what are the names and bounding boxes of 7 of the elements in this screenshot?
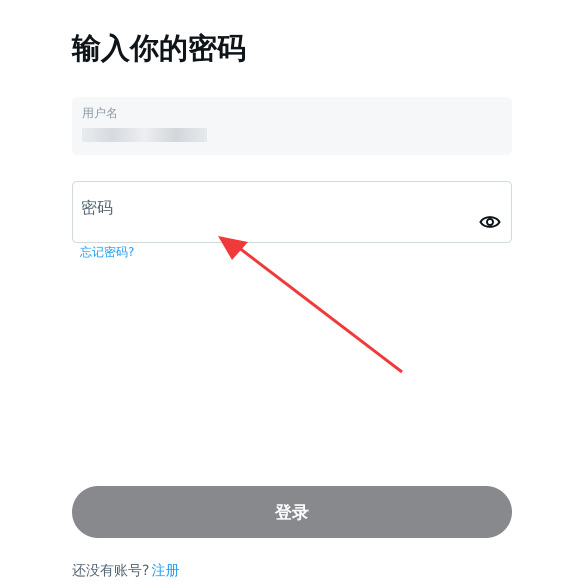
forgot-password-link[interactable]: 忘记密码? bbox=[80, 244, 134, 260]
password-field[interactable]: 密码 bbox=[72, 181, 512, 243]
field-label: 用户名 bbox=[82, 106, 118, 121]
no-account-text: 还没有账号? bbox=[72, 562, 150, 580]
page-title: 输入你的密码 bbox=[72, 30, 246, 67]
eye-icon[interactable] bbox=[479, 214, 501, 230]
register-link[interactable]: 注册 bbox=[151, 562, 180, 580]
